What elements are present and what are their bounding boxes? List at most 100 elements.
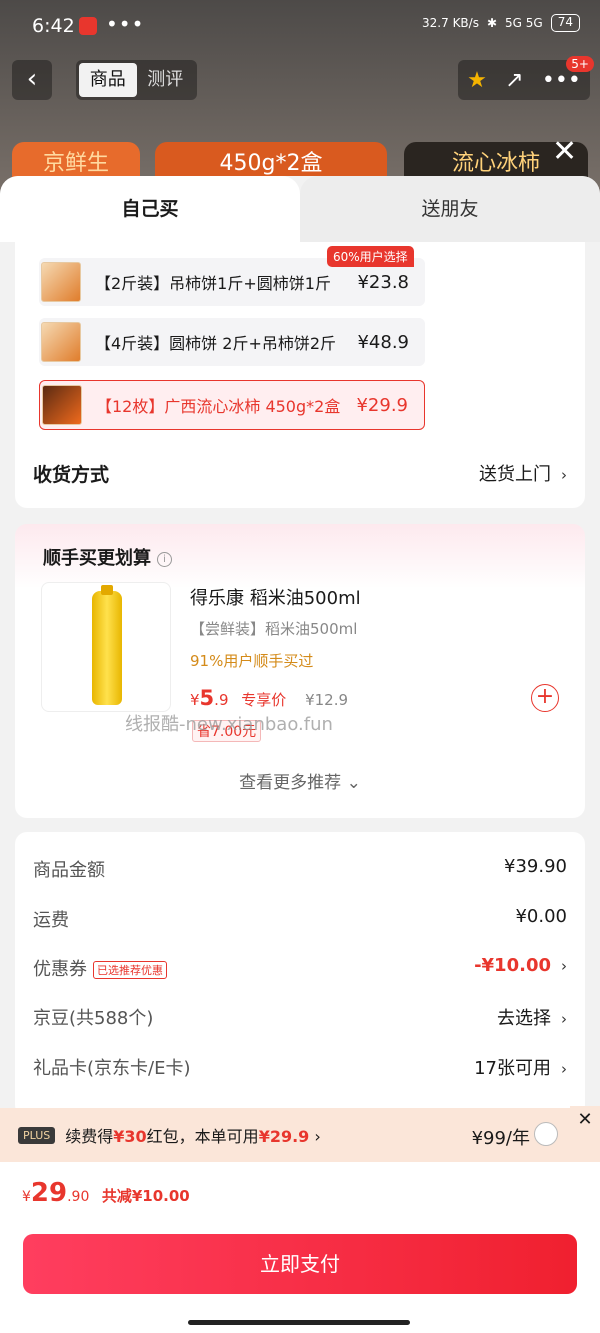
share-icon[interactable]: ↗	[505, 68, 523, 93]
back-button[interactable]: ‹	[12, 60, 52, 100]
pay-discount: 共减¥10.00	[101, 1187, 190, 1205]
more-recommend-link[interactable]: 查看更多推荐 ⌄	[15, 768, 585, 793]
chevron-right-icon: ›	[561, 466, 567, 484]
spec-price: ¥23.8	[357, 271, 409, 293]
chevron-right-icon: ›	[561, 957, 567, 975]
coupon-row[interactable]: 优惠券 已选推荐优惠 -¥10.00 ›	[33, 955, 567, 981]
plus-select-radio[interactable]	[534, 1122, 558, 1146]
addon-product-name[interactable]: 得乐康 稻米油500ml	[190, 584, 361, 610]
spec-name: 【4斤装】圆柿饼 2斤+吊柿饼2斤	[95, 334, 337, 353]
close-sheet-icon[interactable]: ✕	[552, 134, 577, 169]
coupon-tag: 已选推荐优惠	[93, 961, 167, 979]
price-summary-card: 商品金额 ¥39.90 运费 ¥0.00 优惠券 已选推荐优惠 -¥10.00 › …	[15, 832, 585, 1117]
tab-buy-self[interactable]: 自己买	[0, 176, 300, 242]
shipping-label: 收货方式	[33, 464, 110, 486]
addon-price-int: 5	[199, 686, 215, 710]
pay-total: ¥29.90 共减¥10.00	[22, 1178, 190, 1208]
addon-title-text: 顺手买更划算	[43, 548, 151, 569]
plus-year-price: ¥99/年	[471, 1128, 530, 1149]
buy-tabs: 送朋友 自己买	[0, 176, 600, 242]
freight-row: 运费 ¥0.00	[33, 906, 567, 932]
spec-thumb	[41, 262, 81, 302]
pay-yen: ¥	[22, 1189, 31, 1205]
goods-amount-label: 商品金额	[33, 860, 105, 881]
coupon-label-wrap: 优惠券 已选推荐优惠	[33, 955, 167, 981]
status-right-group: 32.7 KB/s ✱ 5G 5G 74	[422, 14, 580, 32]
plus-text-a: 续费得	[65, 1127, 114, 1146]
spec-name: 【12枚】广西流心冰柿 450g*2盒	[96, 397, 341, 416]
spec-card: 【2斤装】吊柿饼1斤+圆柿饼1斤 ¥23.8 【4斤装】圆柿饼 2斤+吊柿饼2斤…	[15, 242, 585, 508]
plus-text: 续费得¥30红包，本单可用¥29.9 ›	[65, 1123, 321, 1147]
addon-buy-rate: 91%用户顺手买过	[190, 652, 314, 670]
info-icon[interactable]: i	[157, 551, 172, 567]
addon-card: 顺手买更划算 i 得乐康 稻米油500ml 【尝鲜装】稻米油500ml 91%用户…	[15, 524, 585, 818]
plus-renew-bar[interactable]: PLUS 续费得¥30红包，本单可用¥29.9 › ¥99/年 ✕	[0, 1106, 600, 1162]
jingdou-row[interactable]: 京豆(共588个) 去选择 ›	[33, 1004, 567, 1030]
status-bar: 6:42 ••• 32.7 KB/s ✱ 5G 5G 74	[0, 0, 600, 52]
pay-dec: .90	[67, 1189, 90, 1205]
spec-option-12mei[interactable]: 【12枚】广西流心冰柿 450g*2盒 ¥29.9	[39, 380, 425, 430]
top-nav: ‹ 商品 测评 ★ ↗ ••• 5+	[0, 56, 600, 102]
checkout-sheet: 送朋友 自己买 【2斤装】吊柿饼1斤+圆柿饼1斤 ¥23.8 【4斤装】圆柿饼 …	[0, 176, 600, 1333]
spec-option-4jin[interactable]: 【4斤装】圆柿饼 2斤+吊柿饼2斤 ¥48.9	[39, 318, 425, 366]
tab-review[interactable]: 测评	[137, 63, 195, 97]
goods-amount-row: 商品金额 ¥39.90	[33, 856, 567, 882]
spec-price: ¥29.9	[356, 394, 408, 416]
goods-amount-value: ¥39.90	[504, 856, 567, 877]
signal-icon: 5G 5G	[505, 16, 543, 30]
giftcard-label: 礼品卡(京东卡/E卡)	[33, 1058, 191, 1079]
giftcard-row[interactable]: 礼品卡(京东卡/E卡) 17张可用 ›	[33, 1054, 567, 1080]
plus-logo: PLUS	[18, 1126, 56, 1144]
pay-now-button[interactable]: 立即支付	[23, 1234, 577, 1294]
plus-text-e: ›	[309, 1127, 321, 1146]
segment-control: 商品 测评	[76, 60, 197, 100]
jingdou-value: 去选择	[497, 1008, 551, 1029]
popular-tag: 60%用户选择	[327, 246, 414, 267]
bluetooth-icon: ✱	[486, 16, 498, 30]
net-speed: 32.7 KB/s	[422, 16, 479, 30]
addon-price-dec: .9	[214, 691, 229, 709]
freight-label: 运费	[33, 910, 69, 931]
pay-footer: ¥29.90 共减¥10.00 立即支付	[0, 1162, 600, 1333]
status-more-dots: •••	[106, 12, 145, 36]
addon-title: 顺手买更划算 i	[43, 544, 172, 570]
addon-old-price: ¥12.9	[305, 691, 349, 709]
shipping-value-wrap: 送货上门 ›	[479, 460, 567, 487]
pay-int: 29	[30, 1178, 68, 1208]
spec-thumb	[41, 322, 81, 362]
home-indicator	[188, 1320, 410, 1325]
giftcard-value-wrap: 17张可用 ›	[474, 1054, 567, 1080]
plus-close-icon[interactable]: ✕	[570, 1106, 600, 1136]
freight-value: ¥0.00	[515, 906, 567, 927]
shipping-row[interactable]: 收货方式 送货上门 ›	[33, 460, 567, 487]
favorite-star-icon[interactable]: ★	[467, 68, 487, 93]
add-to-order-button[interactable]: +	[531, 684, 559, 712]
tab-send-friend[interactable]: 送朋友	[300, 176, 600, 242]
plus-text-d: ¥29.9	[258, 1127, 310, 1146]
coupon-value: -¥10.00	[474, 955, 551, 976]
spec-thumb	[42, 385, 82, 425]
coupon-value-wrap: -¥10.00 ›	[474, 955, 567, 981]
jingdou-label: 京豆(共588个)	[33, 1008, 154, 1029]
spec-price: ¥48.9	[357, 331, 409, 353]
addon-product-image[interactable]	[41, 582, 171, 712]
watermark: 线报酷-new.xianbao.fun	[125, 714, 333, 735]
jingdou-value-wrap: 去选择 ›	[497, 1004, 567, 1030]
shipping-value: 送货上门	[479, 464, 551, 485]
coupon-label: 优惠券	[33, 959, 87, 980]
plus-text-c: 红包，本单可用	[146, 1127, 259, 1146]
status-time: 6:42	[32, 15, 75, 37]
oil-bottle-icon	[92, 585, 122, 705]
addon-price-note: 专享价	[241, 691, 287, 709]
chevron-right-icon: ›	[561, 1010, 567, 1028]
app-notification-icon	[79, 17, 97, 35]
plus-text-b: ¥30	[113, 1127, 147, 1146]
addon-price-yen: ¥	[190, 691, 200, 709]
addon-price: ¥5.9 专享价 ¥12.9	[190, 686, 348, 710]
message-badge: 5+	[566, 56, 594, 72]
battery-icon: 74	[550, 14, 580, 32]
spec-name: 【2斤装】吊柿饼1斤+圆柿饼1斤	[95, 274, 331, 293]
tab-product[interactable]: 商品	[79, 63, 137, 97]
giftcard-value: 17张可用	[474, 1058, 551, 1079]
addon-product-sub: 【尝鲜装】稻米油500ml	[190, 620, 358, 638]
